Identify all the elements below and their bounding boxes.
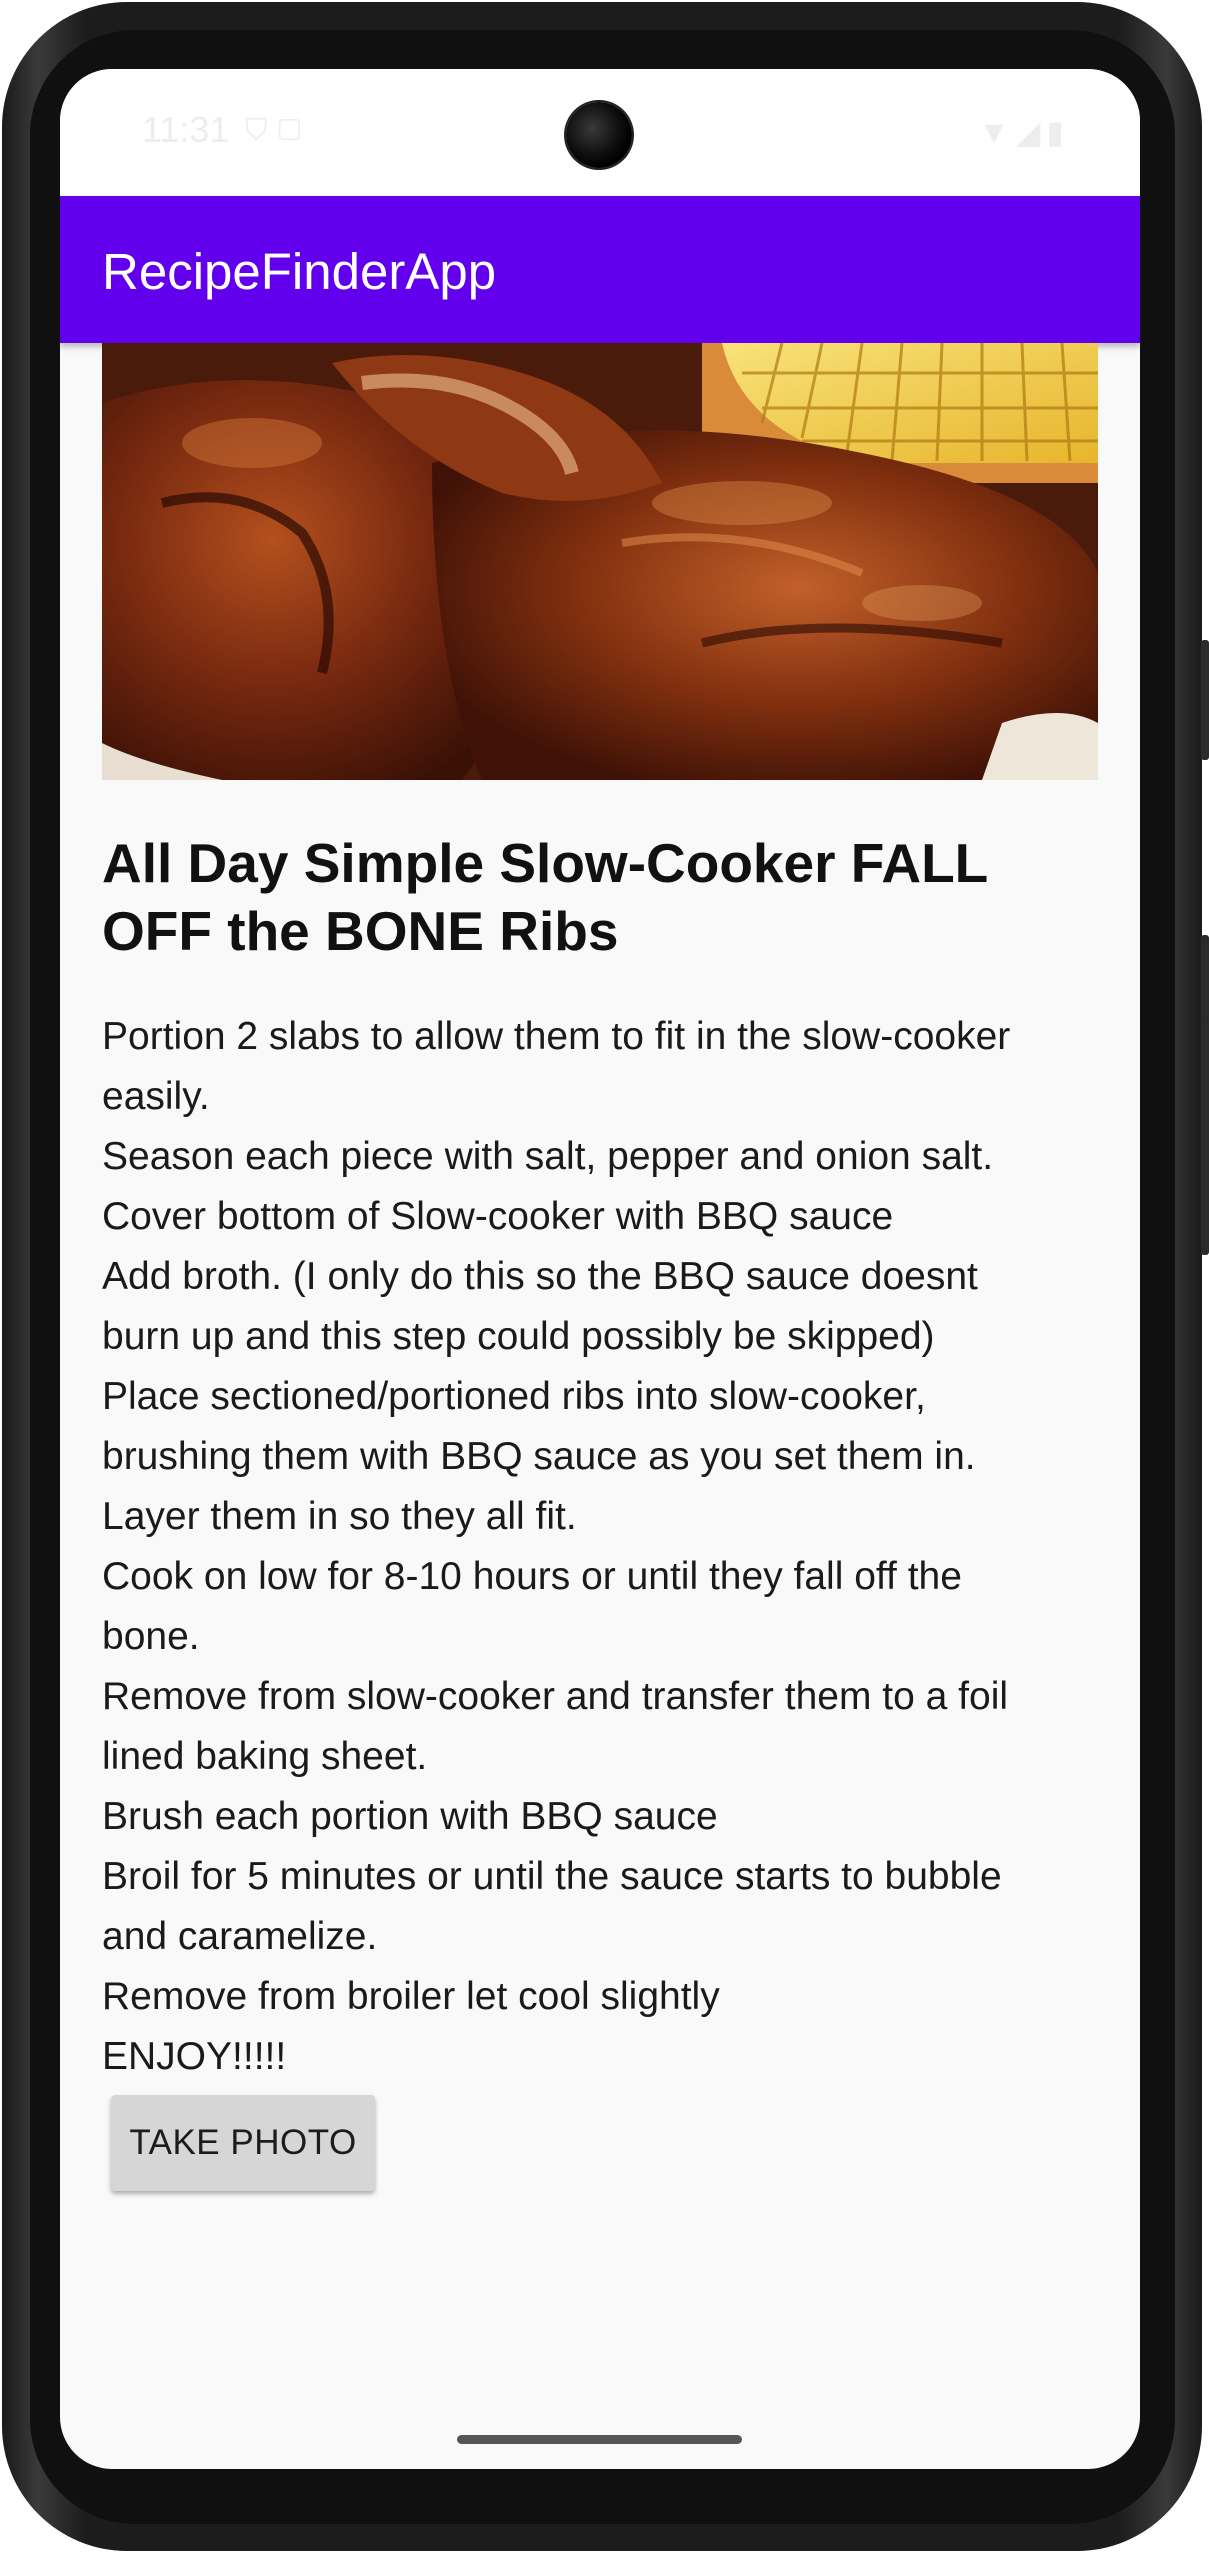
recipe-image [102, 343, 1098, 780]
status-bar: 11:31 ⛉▢ ▼◢▮ [60, 69, 1140, 196]
instruction-line: lined baking sheet. [102, 1735, 428, 1778]
instruction-line: Cook on low for 8-10 hours or until they… [102, 1555, 962, 1598]
recipe-title: All Day Simple Slow-Cooker FALL OFF the … [102, 832, 988, 962]
wifi-icon: ▼ [978, 114, 1016, 150]
instruction-line: Broil for 5 minutes or until the sauce s… [102, 1855, 1002, 1898]
sd-card-icon: ▢ [277, 114, 312, 147]
instruction-line: Cover bottom of Slow-cooker with BBQ sau… [102, 1195, 894, 1238]
app-bar: RecipeFinderApp [60, 196, 1140, 343]
take-photo-button[interactable]: TAKE PHOTO [111, 2095, 375, 2191]
front-camera [566, 102, 632, 168]
instruction-line: Layer them in so they all fit. [102, 1495, 577, 1538]
instruction-line: easily. [102, 1075, 210, 1118]
battery-icon: ▮ [1046, 114, 1070, 150]
shield-icon: ⛉ [245, 114, 278, 147]
instruction-line: Remove from slow-cooker and transfer the… [102, 1675, 1009, 1718]
instruction-line: burn up and this step could possibly be … [102, 1315, 935, 1358]
status-notification-icons: ⛉▢ [245, 114, 312, 148]
instruction-line: and caramelize. [102, 1915, 378, 1958]
home-indicator[interactable] [457, 2435, 742, 2444]
instruction-line: Brush each portion with BBQ sauce [102, 1795, 718, 1838]
ribs-photo [102, 343, 1098, 780]
power-button [1201, 935, 1209, 1255]
instruction-line: Season each piece with salt, pepper and … [102, 1135, 994, 1178]
recipe-instructions: Portion 2 slabs to allow them to fit in … [102, 1007, 1112, 2087]
instruction-line: bone. [102, 1615, 200, 1658]
instruction-line: Place sectioned/portioned ribs into slow… [102, 1375, 926, 1418]
status-system-icons: ▼◢▮ [978, 113, 1070, 151]
volume-button [1201, 640, 1209, 760]
instruction-line: Portion 2 slabs to allow them to fit in … [102, 1015, 1011, 1058]
instruction-line: brushing them with BBQ sauce as you set … [102, 1435, 976, 1478]
screen: 11:31 ⛉▢ ▼◢▮ RecipeFinderApp All Day Sim… [60, 69, 1140, 2469]
instruction-line: Remove from broiler let cool slightly [102, 1975, 720, 2018]
status-time: 11:31 [142, 109, 230, 150]
app-title: RecipeFinderApp [102, 243, 497, 300]
signal-icon: ◢ [1015, 114, 1047, 150]
instruction-line: ENJOY!!!!! [102, 2035, 287, 2078]
phone-device: 11:31 ⛉▢ ▼◢▮ RecipeFinderApp All Day Sim… [0, 0, 1209, 2553]
instruction-line: Add broth. (I only do this so the BBQ sa… [102, 1255, 978, 1298]
